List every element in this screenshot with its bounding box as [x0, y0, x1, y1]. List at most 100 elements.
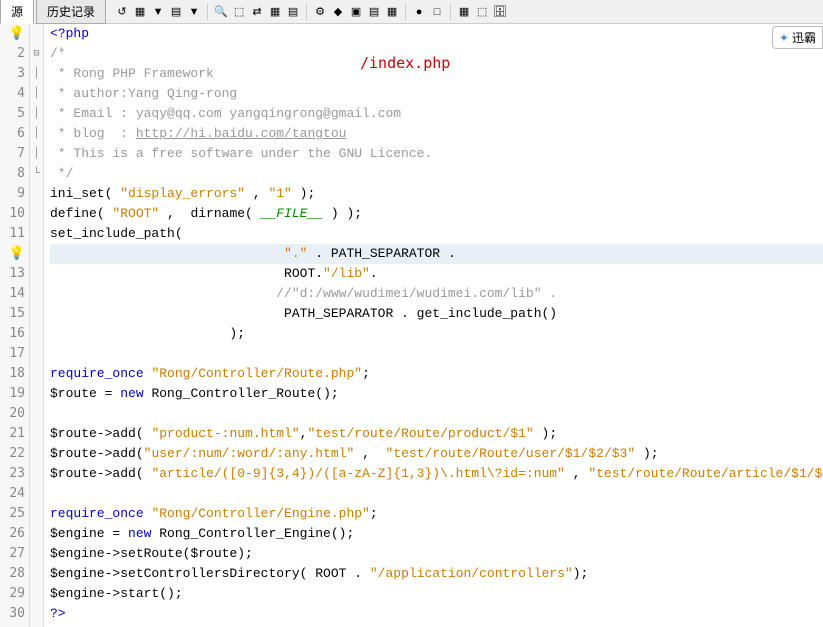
- tab-source[interactable]: 源: [0, 0, 34, 24]
- line-number: 30: [0, 604, 25, 624]
- code-line[interactable]: $engine->setRoute($route);: [50, 544, 823, 564]
- line-number: 19: [0, 384, 25, 404]
- line-number: 3: [0, 64, 25, 84]
- fold-marker: [30, 424, 43, 444]
- code-line[interactable]: * blog : http://hi.baidu.com/tangtou: [50, 124, 823, 144]
- line-number: 26: [0, 524, 25, 544]
- code-line[interactable]: );: [50, 324, 823, 344]
- code-line[interactable]: require_once "Rong/Controller/Engine.php…: [50, 504, 823, 524]
- fold-marker: [30, 324, 43, 344]
- fold-marker: [30, 484, 43, 504]
- toolbar: 源 历史记录 ↺▦▼▤▼🔍⬚⇄▦▤⚙◆▣▤▦●□▦⬚🗄: [0, 0, 823, 24]
- toolbar-button-23[interactable]: 🗄: [492, 4, 508, 20]
- toolbar-separator: [306, 4, 307, 20]
- fold-marker: [30, 404, 43, 424]
- line-number: 22: [0, 444, 25, 464]
- code-line[interactable]: * This is a free software under the GNU …: [50, 144, 823, 164]
- toolbar-button-9[interactable]: ▦: [267, 4, 283, 20]
- code-line[interactable]: * Rong PHP Framework: [50, 64, 823, 84]
- fold-marker: [30, 244, 43, 264]
- fold-marker: [30, 264, 43, 284]
- code-line[interactable]: [50, 484, 823, 504]
- toolbar-button-13[interactable]: ◆: [330, 4, 346, 20]
- code-line[interactable]: $route->add( "product-:num.html","test/r…: [50, 424, 823, 444]
- code-line[interactable]: $route->add("user/:num/:word/:any.html" …: [50, 444, 823, 464]
- line-number: 9: [0, 184, 25, 204]
- toolbar-separator: [207, 4, 208, 20]
- toolbar-button-3[interactable]: ▤: [168, 4, 184, 20]
- toolbar-button-22[interactable]: ⬚: [474, 4, 490, 20]
- code-line[interactable]: set_include_path(: [50, 224, 823, 244]
- line-number: 20: [0, 404, 25, 424]
- code-line[interactable]: */: [50, 164, 823, 184]
- toolbar-button-12[interactable]: ⚙: [312, 4, 328, 20]
- code-area[interactable]: <?php/* * Rong PHP Framework * author:Ya…: [44, 24, 823, 627]
- line-number: 15: [0, 304, 25, 324]
- toolbar-button-10[interactable]: ▤: [285, 4, 301, 20]
- toolbar-icons: ↺▦▼▤▼🔍⬚⇄▦▤⚙◆▣▤▦●□▦⬚🗄: [114, 4, 508, 20]
- toolbar-separator: [405, 4, 406, 20]
- code-line[interactable]: * author:Yang Qing-rong: [50, 84, 823, 104]
- line-number: 28: [0, 564, 25, 584]
- code-line[interactable]: ROOT."/lib".: [50, 264, 823, 284]
- code-line[interactable]: ?>: [50, 604, 823, 624]
- code-line[interactable]: //"d:/www/wudimei/wudimei.com/lib" .: [50, 284, 823, 304]
- line-number: 13: [0, 264, 25, 284]
- toolbar-button-7[interactable]: ⬚: [231, 4, 247, 20]
- code-line[interactable]: $route->add( "article/([0-9]{3,4})/([a-z…: [50, 464, 823, 484]
- code-line[interactable]: PATH_SEPARATOR . get_include_path(): [50, 304, 823, 324]
- code-line[interactable]: $route = new Rong_Controller_Route();: [50, 384, 823, 404]
- toolbar-button-14[interactable]: ▣: [348, 4, 364, 20]
- fold-marker: [30, 504, 43, 524]
- toolbar-button-1[interactable]: ▦: [132, 4, 148, 20]
- tab-history[interactable]: 历史记录: [36, 0, 106, 24]
- code-line[interactable]: $engine = new Rong_Controller_Engine();: [50, 524, 823, 544]
- toolbar-button-4[interactable]: ▼: [186, 4, 202, 20]
- toolbar-button-19[interactable]: □: [429, 4, 445, 20]
- fold-marker: [30, 364, 43, 384]
- code-line[interactable]: define( "ROOT" , dirname( __FILE__ ) );: [50, 204, 823, 224]
- fold-marker: [30, 204, 43, 224]
- code-line[interactable]: require_once "Rong/Controller/Route.php"…: [50, 364, 823, 384]
- code-line[interactable]: $engine->setControllersDirectory( ROOT .…: [50, 564, 823, 584]
- toolbar-button-8[interactable]: ⇄: [249, 4, 265, 20]
- line-number: 8: [0, 164, 25, 184]
- toolbar-button-16[interactable]: ▦: [384, 4, 400, 20]
- line-number: 27: [0, 544, 25, 564]
- code-line[interactable]: $engine->start();: [50, 584, 823, 604]
- line-number: 10: [0, 204, 25, 224]
- fold-marker: └: [30, 164, 43, 184]
- line-number: 24: [0, 484, 25, 504]
- code-line[interactable]: [50, 404, 823, 424]
- toolbar-button-21[interactable]: ▦: [456, 4, 472, 20]
- line-number: 21: [0, 424, 25, 444]
- code-editor[interactable]: /index.php 💡234567891011💡131415161718192…: [0, 24, 823, 627]
- fold-marker: [30, 544, 43, 564]
- code-line[interactable]: [50, 344, 823, 364]
- fold-marker: [30, 24, 43, 44]
- line-number: 17: [0, 344, 25, 364]
- fold-marker: [30, 584, 43, 604]
- fold-marker: │: [30, 124, 43, 144]
- toolbar-button-2[interactable]: ▼: [150, 4, 166, 20]
- fold-marker[interactable]: ⊟: [30, 44, 43, 64]
- code-line[interactable]: /*: [50, 44, 823, 64]
- line-number: 16: [0, 324, 25, 344]
- toolbar-button-15[interactable]: ▤: [366, 4, 382, 20]
- line-number: 11: [0, 224, 25, 244]
- toolbar-button-0[interactable]: ↺: [114, 4, 130, 20]
- fold-marker: [30, 464, 43, 484]
- code-line[interactable]: "." . PATH_SEPARATOR .: [50, 244, 823, 264]
- fold-marker: [30, 564, 43, 584]
- line-number: 5: [0, 104, 25, 124]
- fold-marker: [30, 524, 43, 544]
- line-number: 14: [0, 284, 25, 304]
- fold-marker: │: [30, 84, 43, 104]
- code-line[interactable]: <?php: [50, 24, 823, 44]
- code-line[interactable]: * Email : yaqy@qq.com yangqingrong@gmail…: [50, 104, 823, 124]
- fold-marker: [30, 384, 43, 404]
- toolbar-button-6[interactable]: 🔍: [213, 4, 229, 20]
- toolbar-button-18[interactable]: ●: [411, 4, 427, 20]
- code-line[interactable]: ini_set( "display_errors" , "1" );: [50, 184, 823, 204]
- line-gutter: 💡234567891011💡13141516171819202122232425…: [0, 24, 30, 627]
